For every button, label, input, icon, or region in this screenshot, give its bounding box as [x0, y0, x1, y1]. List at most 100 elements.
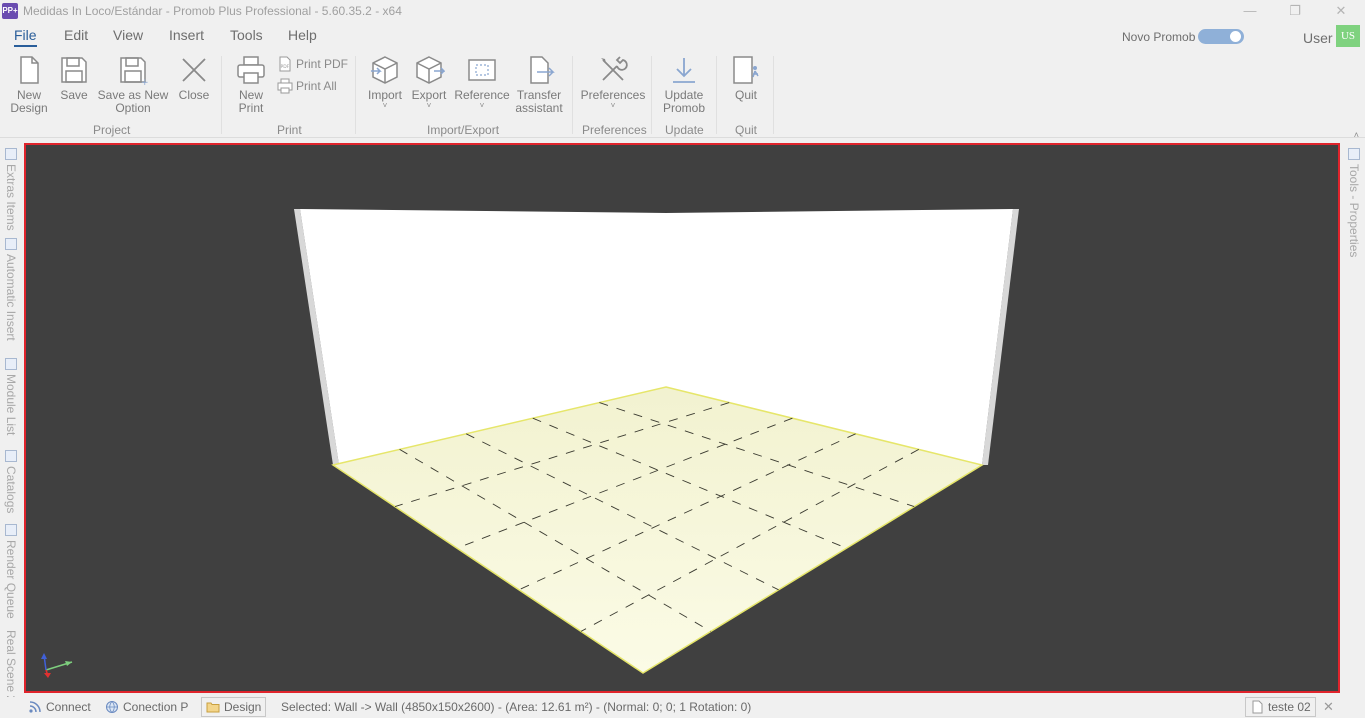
group-separator	[773, 56, 774, 134]
tab-automatic-insert[interactable]: Automatic Insert	[2, 238, 20, 341]
automatic-insert-icon	[5, 238, 17, 250]
reference-button[interactable]: Reference ˅	[454, 54, 510, 110]
folder-icon	[206, 702, 220, 713]
group-label-update: Update	[665, 123, 704, 137]
chevron-down-icon: ˅	[426, 101, 432, 110]
tab-render-queue[interactable]: Render Queue	[2, 524, 20, 619]
save-as-label-2: Option	[115, 101, 151, 115]
import-button[interactable]: Import ˅	[364, 54, 406, 110]
status-bar: Connect Conection P Design Selected: Wal…	[0, 697, 1365, 718]
quit-label: Quit	[734, 88, 757, 102]
download-arrow-icon	[668, 54, 700, 86]
chevron-down-icon: ˅	[479, 101, 485, 110]
close-window-button[interactable]: ✕	[1318, 0, 1364, 22]
save-disk-icon	[58, 54, 90, 86]
tools-wrench-icon	[597, 54, 629, 86]
menu-file[interactable]: File	[14, 27, 37, 47]
conection-status[interactable]: Conection P	[105, 700, 188, 714]
save-as-new-option-button[interactable]: +1 Save as New Option	[97, 54, 169, 115]
tab-tools-properties[interactable]: Tools - Properties	[1345, 148, 1363, 257]
tab-label: Automatic Insert	[4, 254, 18, 341]
design-label: Design	[224, 700, 262, 714]
tab-module-list[interactable]: Module List	[2, 358, 20, 435]
print-pdf-button[interactable]: PDF Print PDF	[277, 56, 348, 72]
new-design-label-2: Design	[10, 101, 48, 115]
3d-viewport[interactable]	[24, 143, 1340, 693]
minimize-button[interactable]: —	[1227, 0, 1273, 22]
design-tab[interactable]: Design	[201, 697, 267, 717]
module-list-icon	[5, 358, 17, 370]
svg-text:+1: +1	[141, 78, 149, 86]
group-label-quit: Quit	[735, 123, 758, 137]
group-label-project: Project	[93, 123, 131, 137]
import-label: Import	[367, 88, 402, 102]
reference-image-icon	[466, 54, 498, 86]
export-label: Export	[411, 88, 447, 102]
new-print-label-2: Print	[238, 101, 264, 115]
close-x-icon	[178, 54, 210, 86]
close-document-button[interactable]: ✕	[1323, 699, 1334, 715]
group-separator	[572, 56, 573, 134]
new-print-button[interactable]: New Print	[232, 54, 270, 115]
printer-icon	[235, 54, 267, 86]
save-as-icon: +1	[117, 54, 154, 88]
group-separator	[355, 56, 356, 134]
ribbon-collapse-button[interactable]: ˄	[1354, 130, 1359, 140]
chevron-down-icon: ˅	[382, 101, 388, 110]
transfer-assistant-button[interactable]: Transfer assistant	[513, 54, 565, 115]
room-scene[interactable]	[26, 145, 1338, 691]
connect-status[interactable]: Connect	[28, 700, 91, 714]
group-separator	[221, 56, 222, 134]
group-separator	[651, 56, 652, 134]
menu-view[interactable]: View	[113, 27, 143, 45]
print-pdf-label: Print PDF	[296, 57, 349, 71]
document-icon	[1252, 700, 1263, 714]
print-all-icon	[277, 78, 293, 94]
new-print-label-1: New	[238, 88, 263, 102]
new-document-icon	[13, 54, 45, 86]
tab-catalogs[interactable]: Catalogs	[2, 450, 20, 513]
svg-text:PDF: PDF	[281, 64, 290, 70]
selection-info: Selected: Wall -> Wall (4850x150x2600) -…	[281, 700, 751, 714]
chevron-down-icon: ˅	[610, 101, 616, 110]
title-bar: PP+ Medidas In Loco/Estándar - Promob Pl…	[0, 0, 1365, 22]
tab-label: Tools - Properties	[1347, 164, 1361, 258]
group-label-import-export: Import/Export	[427, 123, 500, 137]
print-all-label: Print All	[296, 79, 337, 93]
menu-edit[interactable]: Edit	[64, 27, 88, 45]
save-button[interactable]: Save	[56, 54, 92, 102]
quit-button[interactable]: Quit	[727, 54, 765, 102]
print-all-button[interactable]: Print All	[277, 78, 337, 94]
novo-promob-label: Novo Promob	[1122, 30, 1196, 44]
group-label-print: Print	[277, 123, 302, 137]
tools-properties-icon	[1348, 148, 1360, 160]
menu-help[interactable]: Help	[288, 27, 317, 45]
preferences-button[interactable]: Preferences ˅	[580, 54, 646, 110]
group-label-preferences: Preferences	[582, 123, 647, 137]
maximize-button[interactable]: ❐	[1272, 0, 1318, 22]
globe-icon	[106, 701, 118, 713]
transfer-label-2: assistant	[515, 101, 563, 115]
update-promob-button[interactable]: Update Promob	[660, 54, 708, 115]
novo-promob-toggle[interactable]	[1198, 29, 1244, 44]
new-design-button[interactable]: New Design	[8, 54, 50, 115]
app-logo-icon: PP+	[2, 3, 18, 19]
user-label[interactable]: User	[1303, 30, 1333, 46]
menu-tools[interactable]: Tools	[230, 27, 263, 45]
document-tab[interactable]: teste 02	[1245, 697, 1316, 717]
menu-insert[interactable]: Insert	[169, 27, 204, 45]
new-design-label-1: New	[16, 88, 41, 102]
ribbon-toolbar: New Design Save +1 Save as New Option Cl…	[0, 50, 1365, 140]
left-side-panel-tabs: Extras Items Automatic Insert Module Lis…	[0, 142, 22, 712]
save-label: Save	[60, 88, 88, 102]
conection-label: Conection P	[123, 700, 189, 714]
export-button[interactable]: Export ˅	[408, 54, 450, 110]
quit-exit-icon	[730, 54, 762, 86]
close-design-button[interactable]: Close	[175, 54, 213, 102]
tab-label: Render Queue	[4, 540, 18, 619]
render-queue-icon	[5, 524, 17, 536]
connect-label: Connect	[46, 700, 91, 714]
right-side-panel-tabs: Tools - Properties	[1343, 142, 1365, 272]
user-avatar[interactable]: US	[1336, 25, 1360, 47]
tab-extras-items[interactable]: Extras Items	[2, 148, 20, 231]
